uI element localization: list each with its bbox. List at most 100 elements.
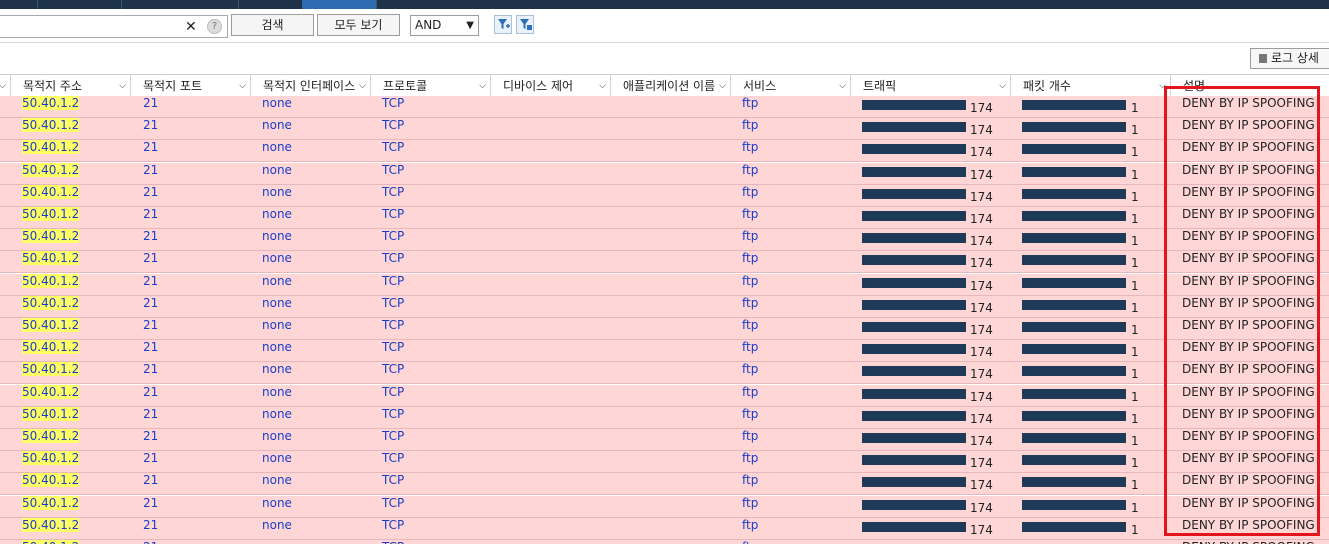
cell-service: ftp [742,429,759,443]
cell-description: DENY BY IP SPOOFING [1182,184,1315,199]
table-row[interactable]: 50.40.1.221noneTCPftp1741DENY BY IP SPOO… [0,140,1329,163]
column-header-app-name[interactable]: 애플리케이션 이름 ⌵ [611,75,731,97]
column-header-label: 설명 [1183,79,1206,93]
column-header-service[interactable]: 서비스 ⌵ [731,75,851,97]
highlighted-address: 50.40.1.2 [22,451,80,466]
nav-tab[interactable] [121,0,239,9]
operator-select-value: AND [415,18,442,32]
table-row[interactable]: 50.40.1.221noneTCPftp1741DENY BY IP SPOO… [0,362,1329,385]
column-header-packet-count[interactable]: 패킷 개수 ⌵ [1011,75,1171,97]
column-header-traffic[interactable]: 트래픽 ⌵ [851,75,1011,97]
cell-dest-address: 50.40.1.2 [22,273,80,295]
column-header-label: 디바이스 제어 [503,79,574,93]
packet-count-bar [1022,388,1126,399]
search-button[interactable]: 검색 [231,14,314,36]
packet-count-bar [1022,322,1126,332]
column-header-device-control[interactable]: 디바이스 제어 ⌵ [491,75,611,97]
cell-description: DENY BY IP SPOOFING [1182,517,1315,532]
column-header-label: 목적지 인터페이스 [263,79,356,93]
table-header: ⌵ 목적지 주소⌵ 목적지 포트⌵ 목적지 인터페이스⌵ 프로토콜⌵ 디바이스 … [0,74,1329,98]
cell-description: DENY BY IP SPOOFING [1182,540,1315,544]
table-row[interactable]: 50.40.1.221noneTCPftp1741DENY BY IP SPOO… [0,184,1329,207]
table-row[interactable]: 50.40.1.221noneTCPftp1741DENY BY IP SPOO… [0,318,1329,340]
cell-service: ftp [742,384,759,399]
cell-dest-address: 50.40.1.2 [22,384,80,406]
cell-protocol: TCP [382,384,405,399]
table-row[interactable]: 50.40.1.221noneTCPftp1741DENY BY IP SPOO… [0,273,1329,296]
column-header-dest-interface[interactable]: 목적지 인터페이스 ⌵ [251,75,371,97]
table-row[interactable]: 50.40.1.221noneTCPftp1741DENY BY IP SPOO… [0,96,1329,118]
cell-protocol: TCP [382,96,405,110]
table-row[interactable]: 50.40.1.221noneTCPftp1741DENY BY IP SPOO… [0,340,1329,363]
cell-dest-port: 21 [143,340,159,355]
cell-protocol: TCP [382,429,405,443]
search-input[interactable]: ✕ ? [0,15,228,38]
top-navigation-bar [0,0,1329,9]
table-row[interactable]: 50.40.1.221noneTCPftp1741DENY BY IP SPOO… [0,473,1329,496]
cell-dest-port: 21 [143,429,159,443]
traffic-bar [862,166,966,177]
table-row[interactable]: 50.40.1.221noneTCPftp1741DENY BY IP SPOO… [0,451,1329,474]
highlighted-address: 50.40.1.2 [22,362,80,377]
traffic-bar [862,233,966,244]
table-row[interactable]: 50.40.1.221noneTCPftp1741DENY BY IP SPOO… [0,207,1329,229]
traffic-bar [862,477,966,488]
table-row[interactable]: 50.40.1.221noneTCPftp1741DENY BY IP SPOO… [0,162,1329,185]
log-detail-label: 로그 상세 [1271,51,1319,65]
table-row[interactable]: 50.40.1.221noneTCPftp1741DENY BY IP SPOO… [0,540,1329,544]
cell-dest-address: 50.40.1.2 [22,340,80,361]
column-header-dest-port[interactable]: 목적지 포트 ⌵ [131,75,251,97]
nav-tab[interactable] [238,0,303,9]
cell-dest-interface: none [262,229,292,244]
cell-service: ftp [742,162,759,177]
cell-service: ftp [742,96,759,110]
traffic-bar [862,211,966,221]
cell-protocol: TCP [382,162,405,177]
table-row[interactable]: 50.40.1.221noneTCPftp1741DENY BY IP SPOO… [0,118,1329,141]
traffic-bar [862,521,966,532]
clear-icon[interactable]: ✕ [185,19,197,35]
highlighted-address: 50.40.1.2 [22,251,80,266]
cell-service: ftp [742,451,759,466]
cell-dest-port: 21 [143,318,159,332]
operator-select[interactable]: AND ▼ [410,15,479,36]
table-row[interactable]: 50.40.1.221noneTCPftp1741DENY BY IP SPOO… [0,295,1329,318]
table-row[interactable]: 50.40.1.221noneTCPftp1741DENY BY IP SPOO… [0,495,1329,518]
cell-dest-address: 50.40.1.2 [22,451,80,472]
log-detail-button[interactable]: 로그 상세 [1250,48,1329,69]
cell-dest-interface: none [262,340,292,355]
cell-dest-address: 50.40.1.2 [22,140,80,161]
nav-tab[interactable] [376,0,453,9]
column-header-dest-address[interactable]: 목적지 주소 ⌵ [11,75,131,97]
traffic-bar [862,410,966,421]
cell-protocol: TCP [382,273,405,288]
cell-description: DENY BY IP SPOOFING [1182,406,1315,421]
table-row[interactable]: 50.40.1.221noneTCPftp1741DENY BY IP SPOO… [0,251,1329,274]
table-row[interactable]: 50.40.1.221noneTCPftp1741DENY BY IP SPOO… [0,429,1329,451]
table-row[interactable]: 50.40.1.221noneTCPftp1741DENY BY IP SPOO… [0,517,1329,540]
chevron-down-icon: ⌵ [359,81,366,91]
traffic-bar [862,255,966,266]
cell-dest-interface: none [262,118,292,133]
column-header-protocol[interactable]: 프로토콜 ⌵ [371,75,491,97]
cell-description: DENY BY IP SPOOFING [1182,295,1315,310]
traffic-bar [862,100,966,110]
highlighted-address: 50.40.1.2 [22,162,80,177]
nav-tab[interactable] [37,0,122,9]
table-row[interactable]: 50.40.1.221noneTCPftp1741DENY BY IP SPOO… [0,406,1329,429]
table-row[interactable]: 50.40.1.221noneTCPftp1741DENY BY IP SPOO… [0,229,1329,252]
column-header-hidden[interactable]: ⌵ [0,75,11,97]
traffic-bar [862,144,966,155]
filter-settings-button[interactable] [516,15,534,34]
column-header-description[interactable]: 설명 [1171,75,1329,97]
cell-dest-address: 50.40.1.2 [22,118,80,139]
table-row[interactable]: 50.40.1.221noneTCPftp1741DENY BY IP SPOO… [0,384,1329,407]
cell-protocol: TCP [382,340,405,355]
cell-dest-address: 50.40.1.2 [22,318,80,339]
nav-tab-active[interactable] [302,0,376,9]
cell-service: ftp [742,473,759,488]
help-icon[interactable]: ? [207,19,222,34]
traffic-bar [862,344,966,355]
show-all-button[interactable]: 모두 보기 [317,14,400,36]
add-filter-button[interactable] [494,15,512,34]
